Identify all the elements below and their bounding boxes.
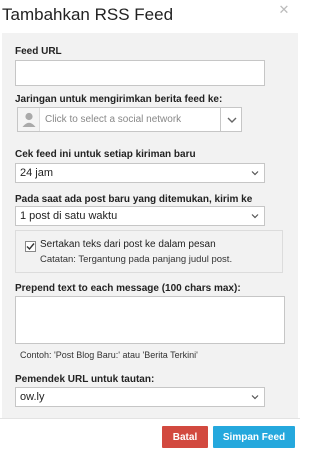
close-icon[interactable]: ✕ <box>277 3 291 17</box>
include-text-option: Sertakan teks dari post ke dalam pesan C… <box>15 230 283 273</box>
feed-url-label: Feed URL <box>15 46 62 57</box>
checkmark-icon <box>26 243 35 251</box>
chevron-down-icon <box>227 117 237 123</box>
check-interval-value: 24 jam <box>20 167 54 179</box>
network-placeholder: Click to select a social network <box>45 114 182 125</box>
dialog-title: Tambahkan RSS Feed <box>2 5 174 24</box>
post-count-value: 1 post di satu waktu <box>20 210 118 222</box>
prepend-textarea[interactable] <box>15 296 285 344</box>
shortener-label: Pemendek URL untuk tautan: <box>15 374 155 385</box>
chevron-down-icon <box>251 395 259 400</box>
prepend-example: Contoh: 'Post Blog Baru:' atau 'Berita T… <box>20 350 198 360</box>
save-feed-button[interactable]: Simpan Feed <box>213 426 295 448</box>
cancel-button[interactable]: Batal <box>162 426 208 448</box>
shortener-select[interactable]: ow.ly <box>15 387 265 407</box>
footer-divider <box>0 418 300 419</box>
person-icon <box>22 112 36 127</box>
include-text-note: Catatan: Tergantung pada panjang judul p… <box>40 254 233 265</box>
chevron-down-icon <box>251 214 259 219</box>
feed-url-input[interactable] <box>15 60 265 86</box>
check-interval-select[interactable]: 24 jam <box>15 163 265 183</box>
avatar <box>18 108 40 131</box>
chevron-down-icon <box>251 171 259 176</box>
include-text-checkbox[interactable] <box>25 241 36 252</box>
include-text-label: Sertakan teks dari post ke dalam pesan <box>40 239 216 250</box>
post-count-label: Pada saat ada post baru yang ditemukan, … <box>15 194 253 205</box>
post-count-select[interactable]: 1 post di satu waktu <box>15 206 265 226</box>
shortener-value: ow.ly <box>20 391 45 403</box>
network-dropdown-button[interactable] <box>220 107 242 132</box>
check-interval-label: Cek feed ini untuk setiap kiriman baru <box>15 149 196 160</box>
social-network-selector[interactable]: Click to select a social network <box>17 107 242 132</box>
network-label: Jaringan untuk mengirimkan berita feed k… <box>15 94 223 105</box>
prepend-label: Prepend text to each message (100 chars … <box>15 283 241 294</box>
